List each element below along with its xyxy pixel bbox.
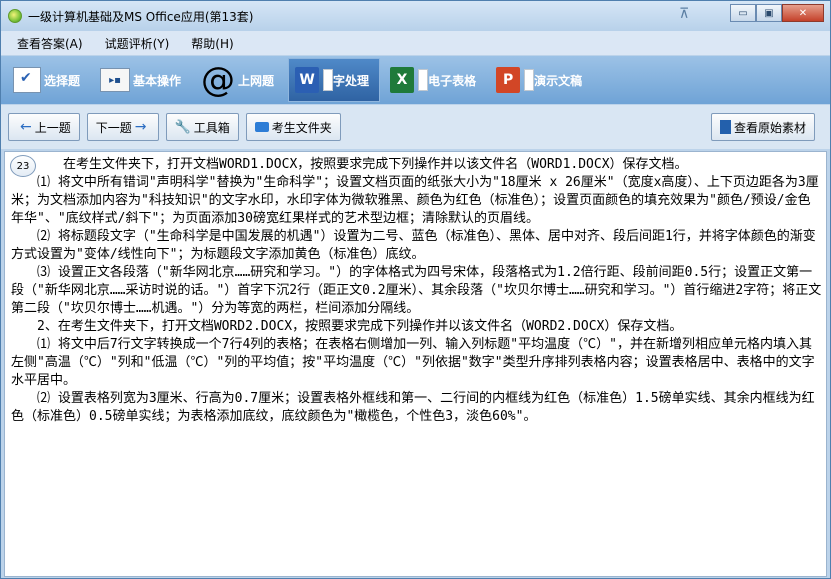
tab-label: 字处理 [333, 73, 370, 88]
at-icon: @ [201, 60, 236, 100]
view-source-button[interactable]: 查看原始素材 [710, 113, 815, 141]
view-source-label: 查看原始素材 [733, 120, 806, 135]
tab-basic-ops[interactable]: ▸▪ 基本操作 [94, 58, 191, 102]
checklist-icon [13, 67, 41, 93]
document-icon [418, 69, 429, 91]
maximize-button[interactable]: ▣ [756, 4, 782, 22]
powerpoint-icon: P [496, 67, 521, 93]
next-question-button[interactable]: 下一题 → [86, 113, 159, 141]
wrench-icon: 🔧 [174, 119, 191, 135]
folder-label: 考生文件夹 [271, 120, 332, 135]
menu-help[interactable]: 帮助(H) [191, 35, 233, 52]
toolbar: ← 上一题 下一题 → 🔧 工具箱 考生文件夹 查看原始素材 [1, 105, 830, 149]
folder-icon [254, 122, 269, 132]
menu-bar: 查看答案(A) 试题评析(Y) 帮助(H) [1, 31, 830, 55]
app-logo-icon [8, 9, 22, 23]
menu-analysis[interactable]: 试题评析(Y) [105, 35, 170, 52]
window-controls: ▭ ▣ ✕ [730, 4, 824, 22]
category-tabs: 选择题 ▸▪ 基本操作 @ 上网题 W 字处理 X 电子表格 P 演示文稿 [1, 56, 830, 104]
tab-excel[interactable]: X 电子表格 [384, 58, 486, 102]
next-label: 下一题 [95, 120, 132, 135]
question-text: 在考生文件夹下，打开文档WORD1.DOCX，按照要求完成下列操作并以该文件名（… [11, 156, 823, 426]
tab-label: 演示文稿 [534, 73, 583, 88]
close-button[interactable]: ✕ [782, 4, 824, 22]
file-icon [719, 120, 731, 134]
document-icon [323, 69, 334, 91]
toolbox-label: 工具箱 [193, 120, 230, 135]
menu-view-answer[interactable]: 查看答案(A) [17, 35, 83, 52]
word-icon: W [295, 67, 320, 93]
tab-word[interactable]: W 字处理 [288, 58, 381, 102]
paragraph: ⑶ 设置正文各段落（"新华网北京……研究和学习。"）的字体格式为四号宋体，段落格… [11, 265, 822, 316]
paragraph: 2、在考生文件夹下，打开文档WORD2.DOCX，按照要求完成下列操作并以该文件… [11, 319, 683, 334]
question-panel[interactable]: 在考生文件夹下，打开文档WORD1.DOCX，按照要求完成下列操作并以该文件名（… [4, 151, 827, 577]
prev-label: 上一题 [34, 120, 71, 135]
tab-internet[interactable]: @ 上网题 [195, 58, 284, 102]
document-icon [524, 69, 535, 91]
arrow-right-icon: → [134, 119, 147, 135]
arrow-left-icon: ← [20, 119, 32, 135]
window-icon: ▸▪ [100, 68, 131, 92]
title-bar: 一级计算机基础及MS Office应用(第13套) ⊼ ▭ ▣ ✕ [1, 1, 830, 31]
toolbox-button[interactable]: 🔧 工具箱 [165, 113, 239, 141]
minimize-button[interactable]: ▭ [730, 4, 756, 22]
window-title: 一级计算机基础及MS Office应用(第13套) [28, 9, 254, 24]
paragraph: ⑴ 将文中后7行文字转换成一个7行4列的表格；在表格右侧增加一列、输入列标题"平… [11, 337, 815, 388]
prev-question-button[interactable]: ← 上一题 [8, 113, 80, 141]
tab-powerpoint[interactable]: P 演示文稿 [490, 58, 592, 102]
paragraph: ⑵ 将标题段文字（"生命科学是中国发展的机遇"）设置为二号、蓝色（标准色）、黑体… [11, 229, 816, 262]
tab-label: 基本操作 [133, 73, 182, 88]
app-window: 一级计算机基础及MS Office应用(第13套) ⊼ ▭ ▣ ✕ 查看答案(A… [0, 0, 831, 579]
tab-label: 上网题 [238, 73, 275, 88]
question-number-badge: 23 [10, 155, 36, 177]
tab-choice[interactable]: 选择题 [7, 58, 90, 102]
paragraph: 在考生文件夹下，打开文档WORD1.DOCX，按照要求完成下列操作并以该文件名（… [11, 157, 688, 172]
paragraph: ⑵ 设置表格列宽为3厘米、行高为0.7厘米；设置表格外框线和第一、二行间的内框线… [11, 391, 815, 424]
candidate-folder-button[interactable]: 考生文件夹 [245, 113, 341, 141]
pin-icon[interactable]: ⊼ [679, 6, 689, 22]
tab-label: 电子表格 [428, 73, 477, 88]
excel-icon: X [390, 67, 415, 93]
paragraph: ⑴ 将文中所有错词"声明科学"替换为"生命科学"；设置文档页面的纸张大小为"18… [11, 175, 819, 226]
tab-label: 选择题 [44, 73, 81, 88]
